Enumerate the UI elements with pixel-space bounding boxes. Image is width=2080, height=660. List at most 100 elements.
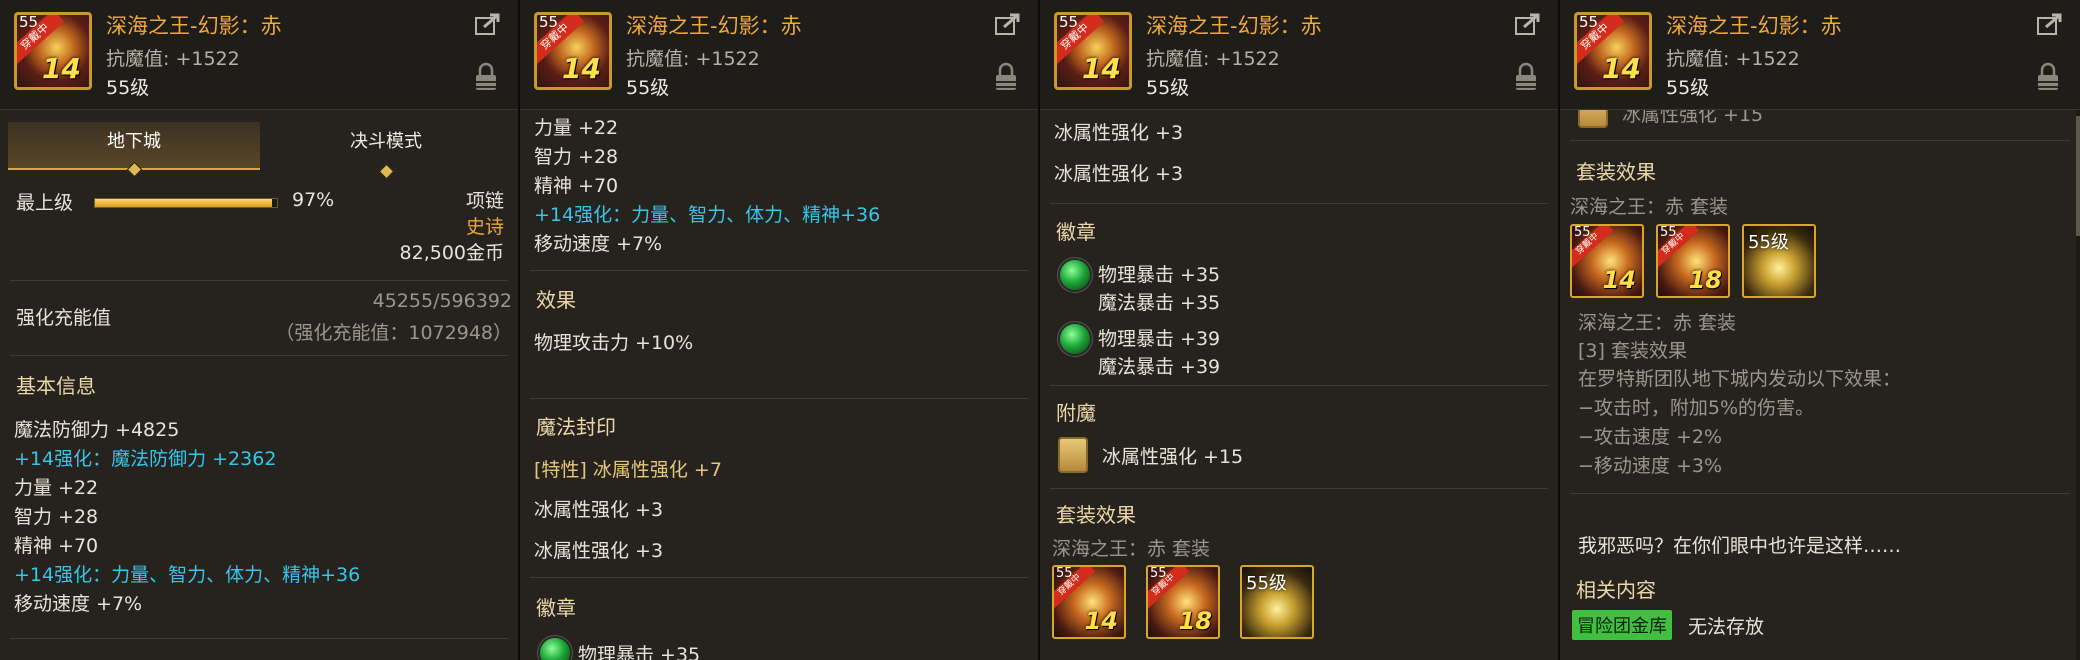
scrollbar-thumb[interactable]	[2076, 116, 2080, 236]
stat-line: 移动速度 +7%	[14, 593, 143, 615]
charge-total: （强化充能值：1072948）	[275, 322, 512, 344]
share-icon[interactable]	[474, 12, 502, 36]
tooltip-panel-1: 55 穿戴中 14 深海之王-幻影：赤 抗魔值: +1522 55级 地下城 决…	[0, 0, 520, 660]
reinforce-level: 14	[1084, 607, 1118, 635]
price-label: 82,500金币	[399, 242, 504, 264]
tooltip-body: 力量 +22 智力 +28 精神 +70 +14强化：力量、智力、体力、精神+3…	[520, 110, 1038, 660]
reinforce-level: 14	[562, 52, 601, 85]
seal-line: 冰属性强化 +3	[534, 499, 664, 521]
stat-line: 力量 +22	[14, 477, 99, 499]
tab-pvp[interactable]: 决斗模式	[260, 122, 512, 180]
divider	[1050, 385, 1548, 386]
tab-diamond-icon	[126, 161, 143, 178]
item-name: 深海之王-幻影：赤	[1666, 14, 1842, 38]
set-item-icon[interactable]: 55 穿戴中 14	[1052, 565, 1126, 639]
item-stat: 抗魔值: +1522	[1666, 48, 1800, 70]
related-note: 无法存放	[1688, 616, 1765, 638]
tooltip-body: 冰属性强化 +3 冰属性强化 +3 徽章 物理暴击 +35 魔法暴击 +35 物…	[1040, 110, 1558, 660]
set-name: 深海之王：赤 套装	[1052, 538, 1211, 560]
item-name: 深海之王-幻影：赤	[1146, 14, 1322, 38]
item-level: 55级	[1146, 77, 1190, 99]
divider	[530, 577, 1028, 578]
tab-pvp-label: 决斗模式	[350, 131, 422, 152]
seal-line: 冰属性强化 +3	[1054, 122, 1184, 144]
stat-line: 精神 +70	[14, 535, 99, 557]
item-stat: 抗魔值: +1522	[1146, 48, 1280, 70]
divider	[1050, 203, 1548, 204]
tooltip-body: 地下城 决斗模式 最上级 97% 项链 史诗 82,500金币 强化充能值 45…	[0, 110, 518, 660]
slot-label: 项链	[465, 190, 504, 212]
enchant-line: 冰属性强化 +15	[1102, 446, 1244, 468]
flavor-text: 我邪恶吗？在你们眼中也许是这样……	[1578, 535, 1902, 557]
emblem-line: 物理暴击 +35	[578, 644, 701, 660]
lock-icon[interactable]	[2036, 62, 2060, 92]
stat-line: 智力 +28	[534, 146, 619, 168]
tab-dungeon[interactable]: 地下城	[8, 122, 260, 178]
trait-value: 冰属性强化 +7	[592, 459, 722, 481]
basic-info-heading: 基本信息	[16, 374, 96, 398]
item-icon[interactable]: 55 穿戴中 14	[14, 12, 92, 90]
tab-diamond-icon	[378, 163, 395, 180]
item-header: 55 穿戴中 14 深海之王-幻影：赤 抗魔值: +1522 55级	[1040, 0, 1558, 110]
set-item-icon[interactable]: 55级	[1240, 565, 1314, 639]
emblem-gem-icon	[1060, 324, 1090, 354]
stat-line: 精神 +70	[534, 175, 619, 197]
lock-icon[interactable]	[1514, 62, 1538, 92]
share-icon[interactable]	[1514, 12, 1542, 36]
reinforce-level: 14	[1602, 266, 1636, 294]
reinforce-level: 14	[42, 52, 81, 85]
share-icon[interactable]	[2036, 12, 2064, 36]
stat-line: 魔法防御力 +4825	[14, 419, 180, 441]
grade-percent: 97%	[292, 189, 335, 211]
scrollbar[interactable]	[2076, 110, 2080, 660]
set-item-icon[interactable]: 55 穿戴中 18	[1146, 565, 1220, 639]
set-name: 深海之王：赤 套装	[1570, 196, 1729, 218]
effect-heading: 效果	[536, 288, 576, 312]
charge-value: 45255/596392	[372, 290, 512, 312]
item-header: 55 穿戴中 14 深海之王-幻影：赤 抗魔值: +1522 55级	[520, 0, 1038, 110]
tooltip-body: 冰属性强化 +15 套装效果 深海之王：赤 套装 55 穿戴中 14 55 穿戴…	[1560, 92, 2080, 660]
set-item-icon[interactable]: 55 穿戴中 14	[1570, 224, 1644, 298]
item-level: 55级	[1666, 77, 1710, 99]
lock-icon[interactable]	[474, 62, 498, 92]
related-heading: 相关内容	[1576, 578, 1656, 602]
item-icon[interactable]: 55 穿戴中 14	[1574, 12, 1652, 90]
stat-line: +14强化：力量、智力、体力、精神+36	[14, 564, 361, 586]
set-desc-line: 在罗特斯团队地下城内发动以下效果：	[1578, 368, 1902, 390]
mode-tabs: 地下城 决斗模式	[8, 122, 512, 180]
item-icon[interactable]: 55 穿戴中 14	[534, 12, 612, 90]
seal-line: 冰属性强化 +3	[534, 540, 664, 562]
grade-label: 最上级	[16, 192, 74, 214]
item-level: 55级	[106, 77, 150, 99]
emblem-line: 物理暴击 +35	[1098, 264, 1221, 286]
item-icon[interactable]: 55 穿戴中 14	[1054, 12, 1132, 90]
divider	[530, 270, 1028, 271]
trait-tag: [特性]	[534, 459, 587, 481]
set-item-icon[interactable]: 55 穿戴中 18	[1656, 224, 1730, 298]
effect-line: 物理攻击力 +10%	[534, 332, 694, 354]
emblem-line: 物理暴击 +39	[1098, 328, 1221, 350]
lock-icon[interactable]	[994, 62, 1018, 92]
divider	[1570, 493, 2070, 494]
charge-label: 强化充能值	[16, 307, 112, 329]
set-item-icon[interactable]: 55级	[1742, 224, 1816, 298]
item-stat: 抗魔值: +1522	[106, 48, 240, 70]
enchant-card-icon	[1058, 437, 1088, 473]
reinforce-level: 18	[1688, 266, 1722, 294]
emblem-heading: 徽章	[536, 596, 576, 620]
set-heading: 套装效果	[1056, 503, 1136, 527]
stat-line: +14强化：魔法防御力 +2362	[14, 448, 277, 470]
account-storage-badge: 冒险团金库	[1572, 610, 1672, 640]
rarity-label: 史诗	[465, 216, 504, 238]
tooltip-panel-3: 55 穿戴中 14 深海之王-幻影：赤 抗魔值: +1522 55级 冰属性强化…	[1040, 0, 1560, 660]
item-level: 55级	[626, 77, 670, 99]
seal-heading: 魔法封印	[536, 415, 616, 439]
share-icon[interactable]	[994, 12, 1022, 36]
set-desc-line: −攻击时，附加5%的伤害。	[1578, 397, 1815, 419]
emblem-gem-icon	[1060, 260, 1090, 290]
item-stat: 抗魔值: +1522	[626, 48, 760, 70]
set-desc-line: −移动速度 +3%	[1578, 455, 1723, 477]
set-item-level: 55级	[1748, 232, 1789, 253]
item-header: 55 穿戴中 14 深海之王-幻影：赤 抗魔值: +1522 55级	[1560, 0, 2080, 110]
emblem-heading: 徽章	[1056, 220, 1096, 244]
